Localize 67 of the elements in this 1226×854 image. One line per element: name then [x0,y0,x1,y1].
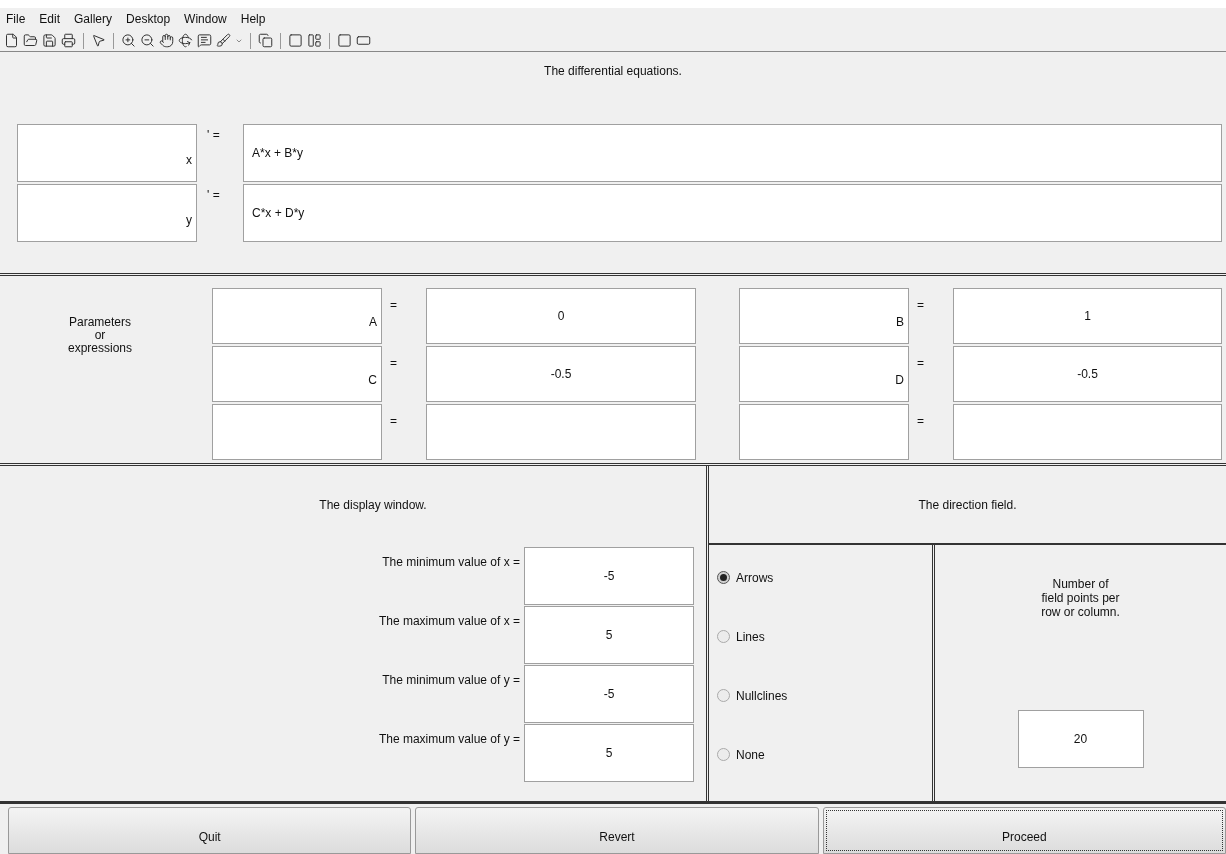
save-icon[interactable] [42,33,57,48]
expression-field[interactable]: C*x + D*y [243,184,1222,242]
section-title: The differential equations. [543,63,683,80]
points-field[interactable]: 20 [1017,710,1144,768]
points-label: Number of field points per row or column. [1041,577,1120,619]
field-label: The maximum value of x = [377,613,521,630]
equals-label: = [389,355,398,372]
radio-option[interactable]: None [717,746,765,763]
field-label: The maximum value of y = [377,731,521,748]
menu-item[interactable]: Edit [39,10,61,28]
zoom-in-icon[interactable] [121,33,136,48]
parameter-name-field[interactable]: D [739,346,909,402]
action-button[interactable]: Proceed [822,807,1226,854]
prime-equals-label: ' = [206,127,221,144]
action-button[interactable]: Revert [415,807,819,854]
value-field[interactable]: -5 [524,665,694,723]
menu-item[interactable]: Window [184,10,227,28]
value-field[interactable]: 5 [524,724,694,782]
parameter-value-field[interactable]: 1 [953,288,1222,344]
value-field[interactable]: 5 [524,606,694,664]
equals-label: = [916,413,925,430]
menu-item[interactable]: Gallery [74,10,113,28]
parameters-label: Parameters or expressions [67,314,133,357]
blank-file-icon[interactable] [4,33,19,48]
parameter-value-field[interactable]: -0.5 [426,346,696,402]
radio-option[interactable]: Nullclines [717,687,788,704]
rotate-icon[interactable] [178,33,193,48]
field-label: The minimum value of x = [381,554,521,571]
brush-icon[interactable] [216,33,231,48]
radio-option[interactable]: Arrows [717,569,774,586]
hand-icon[interactable] [159,33,174,48]
printer-icon[interactable] [61,33,76,48]
prime-equals-label: ' = [206,187,221,204]
parameter-name-field[interactable] [739,404,909,460]
menu-item[interactable]: Help [240,10,266,28]
action-button[interactable]: Quit [8,807,412,854]
parameter-name-field[interactable]: A [212,288,382,344]
expression-field[interactable]: A*x + B*y [243,124,1222,182]
parameter-name-field[interactable]: B [739,288,909,344]
square-icon[interactable] [337,33,352,48]
menu-item[interactable]: File [6,10,26,28]
linked-windows-icon[interactable] [258,33,273,48]
parameter-name-field[interactable]: C [212,346,382,402]
zoom-out-icon[interactable] [140,33,155,48]
radio-option[interactable]: Lines [717,628,765,645]
variable-field[interactable]: x [17,124,197,182]
parameter-value-field[interactable] [953,404,1222,460]
data-tip-icon[interactable] [197,33,212,48]
legend-icon[interactable] [307,33,322,48]
value-field[interactable]: -5 [524,547,694,605]
equals-label: = [916,297,925,314]
parameter-name-field[interactable] [212,404,382,460]
field-label: The minimum value of y = [381,672,521,689]
folder-icon[interactable] [23,33,38,48]
equals-label: = [389,297,398,314]
parameter-value-field[interactable] [426,404,696,460]
equals-label: = [389,413,398,430]
variable-field[interactable]: y [17,184,197,242]
pointer-icon[interactable] [91,33,106,48]
panel-icon[interactable] [288,33,303,48]
parameter-value-field[interactable]: -0.5 [953,346,1222,402]
menu-item[interactable]: Desktop [126,10,171,28]
section-title: The display window. [318,497,428,514]
parameter-value-field[interactable]: 0 [426,288,696,344]
equals-label: = [916,355,925,372]
frame-icon[interactable] [356,33,371,48]
section-title: The direction field. [917,497,1018,514]
